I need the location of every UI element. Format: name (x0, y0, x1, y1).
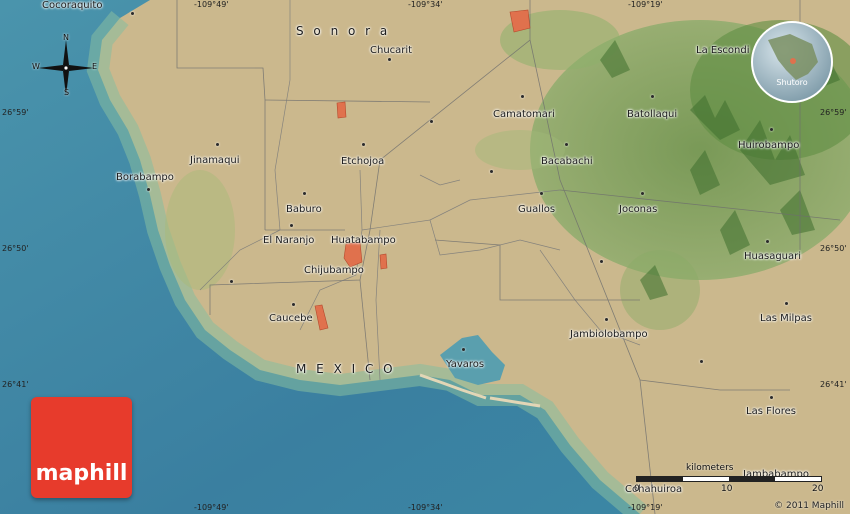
settlement-dot (388, 58, 391, 61)
place-label: Las Milpas (760, 313, 812, 324)
settlement-dot (540, 192, 543, 195)
place-label: Camatomari (493, 109, 555, 120)
compass-rose: N S W E (32, 33, 98, 100)
place-label: Borabampo (116, 172, 174, 183)
copyright-text: © 2011 Maphill (774, 501, 844, 511)
coordinate-label-left: 26°41' (2, 380, 29, 389)
settlement-dot (362, 143, 365, 146)
scale-tick-label: 20 (812, 484, 824, 494)
scale-bar: kilometers 0 10 20 (634, 463, 824, 494)
settlement-dot (290, 224, 293, 227)
coordinate-label-top: -109°34' (408, 0, 443, 9)
settlement-dot (700, 360, 703, 363)
coordinate-label-bottom: -109°19' (628, 503, 663, 512)
place-label: Huasaguari (744, 251, 802, 262)
settlement-dot (521, 95, 524, 98)
compass-east-label: E (92, 62, 98, 71)
settlement-dot (641, 192, 644, 195)
place-label: Jinamaqui (190, 155, 240, 166)
settlement-dot (770, 128, 773, 131)
place-label: Yavaros (446, 359, 485, 370)
coordinate-label-right: 26°50' (820, 244, 847, 253)
place-label: Bacabachi (541, 156, 593, 167)
place-label: Guallos (518, 204, 556, 215)
coordinate-label-bottom: -109°49' (194, 503, 229, 512)
region-label-sonora: S o n o r a (296, 24, 391, 38)
maphill-logo[interactable]: maphill (31, 397, 132, 498)
settlement-dot (770, 396, 773, 399)
settlement-dot (292, 303, 295, 306)
place-label: Batollaqui (627, 109, 678, 120)
scale-unit: kilometers (686, 463, 734, 473)
scale-tick-label: 0 (634, 484, 640, 494)
settlement-dot (490, 170, 493, 173)
place-label: Chucarit (370, 45, 413, 56)
settlement-dot (230, 280, 233, 283)
place-label: Chijubampo (304, 265, 364, 276)
place-label: Huirobampo (738, 140, 800, 151)
settlement-dot (462, 348, 465, 351)
settlement-dot (766, 240, 769, 243)
coordinate-label-top: -109°49' (194, 0, 229, 9)
coordinate-label-left: 26°59' (2, 108, 29, 117)
compass-north-label: N (63, 33, 69, 42)
place-label: Jambiolobampo (570, 329, 648, 340)
coordinate-label-bottom: -109°34' (408, 503, 443, 512)
place-label: Joconas (619, 204, 658, 215)
coordinate-label-right: 26°41' (820, 380, 847, 389)
settlement-dot (131, 12, 134, 15)
vegetation-area (165, 170, 235, 290)
scale-segment (729, 477, 775, 481)
settlement-dot (430, 120, 433, 123)
compass-west-label: W (32, 62, 40, 71)
settlement-dot (600, 260, 603, 263)
globe-locator: Shutoro (752, 22, 832, 102)
place-label: Cocoraquito (42, 0, 103, 11)
logo-text: maphill (35, 461, 128, 486)
map[interactable]: S o n o r a M E X I C O Cocoraquito Chuc… (0, 0, 850, 514)
place-label: Baburo (286, 204, 322, 215)
settlement-dot (565, 143, 568, 146)
place-label: Caucebe (269, 313, 313, 324)
globe-label: Shutoro (776, 78, 808, 87)
coordinate-label-right: 26°59' (820, 108, 847, 117)
place-label: Etchojoa (341, 156, 385, 167)
place-label: La Escondi (696, 45, 750, 56)
settlement-dot (651, 95, 654, 98)
scale-tick-label: 10 (721, 484, 733, 494)
compass-south-label: S (64, 88, 70, 97)
coordinate-label-left: 26°50' (2, 244, 29, 253)
settlement-dot (303, 192, 306, 195)
region-label-mexico: M E X I C O (296, 362, 396, 376)
place-label: Las Flores (746, 406, 796, 417)
settlement-dot (147, 188, 150, 191)
coordinate-label-top: -109°19' (628, 0, 663, 9)
settlement-dot (605, 318, 608, 321)
settlement-dot (216, 143, 219, 146)
settlement-dot (785, 302, 788, 305)
place-label: Huatabampo (331, 235, 396, 246)
place-label: El Naranjo (263, 235, 315, 246)
scale-segment (637, 477, 683, 481)
